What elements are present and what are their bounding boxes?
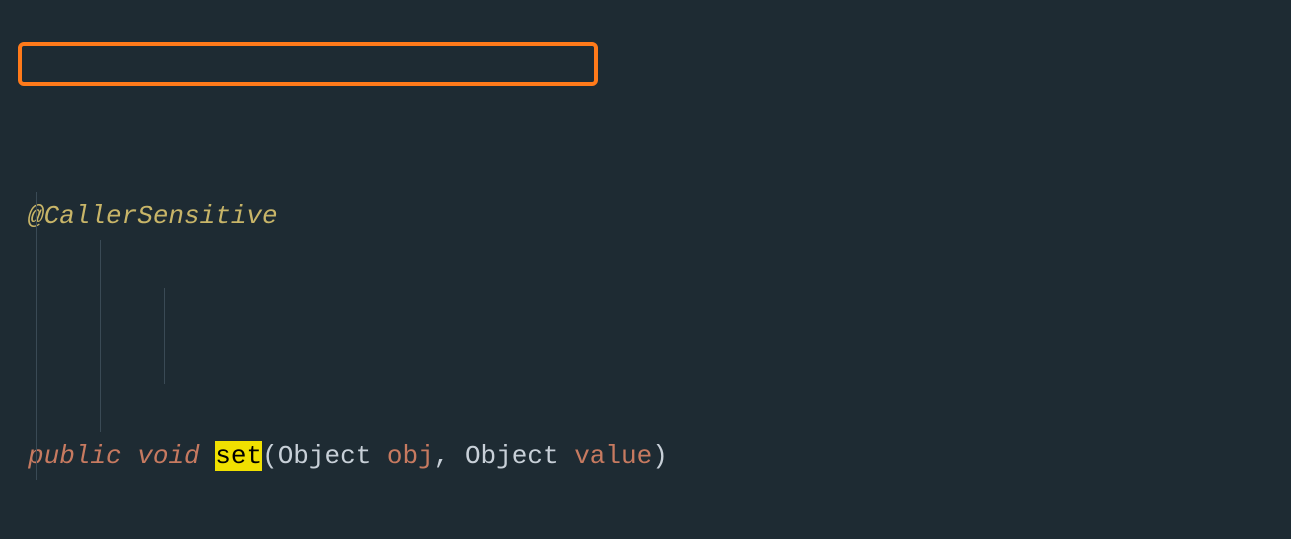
method-name-set: set [215,441,262,471]
code-line: @CallerSensitive [28,192,1291,240]
type-object: Object [278,441,372,471]
keyword-public: public [28,441,122,471]
keyword-void: void [137,441,199,471]
param-value: value [574,441,652,471]
indent-guide [100,240,101,432]
code-line-signature: public void set(Object obj, Object value… [28,432,1291,480]
paren: ) [652,441,668,471]
annotation: @CallerSensitive [28,201,278,231]
indent-guide [164,288,165,384]
comma: , [434,441,450,471]
signature-highlight-box [18,42,598,86]
indent-guide [36,192,37,480]
paren: ( [262,441,278,471]
code-editor: @CallerSensitive public void set(Object … [0,0,1291,539]
type-object: Object [465,441,559,471]
param-obj: obj [387,441,434,471]
